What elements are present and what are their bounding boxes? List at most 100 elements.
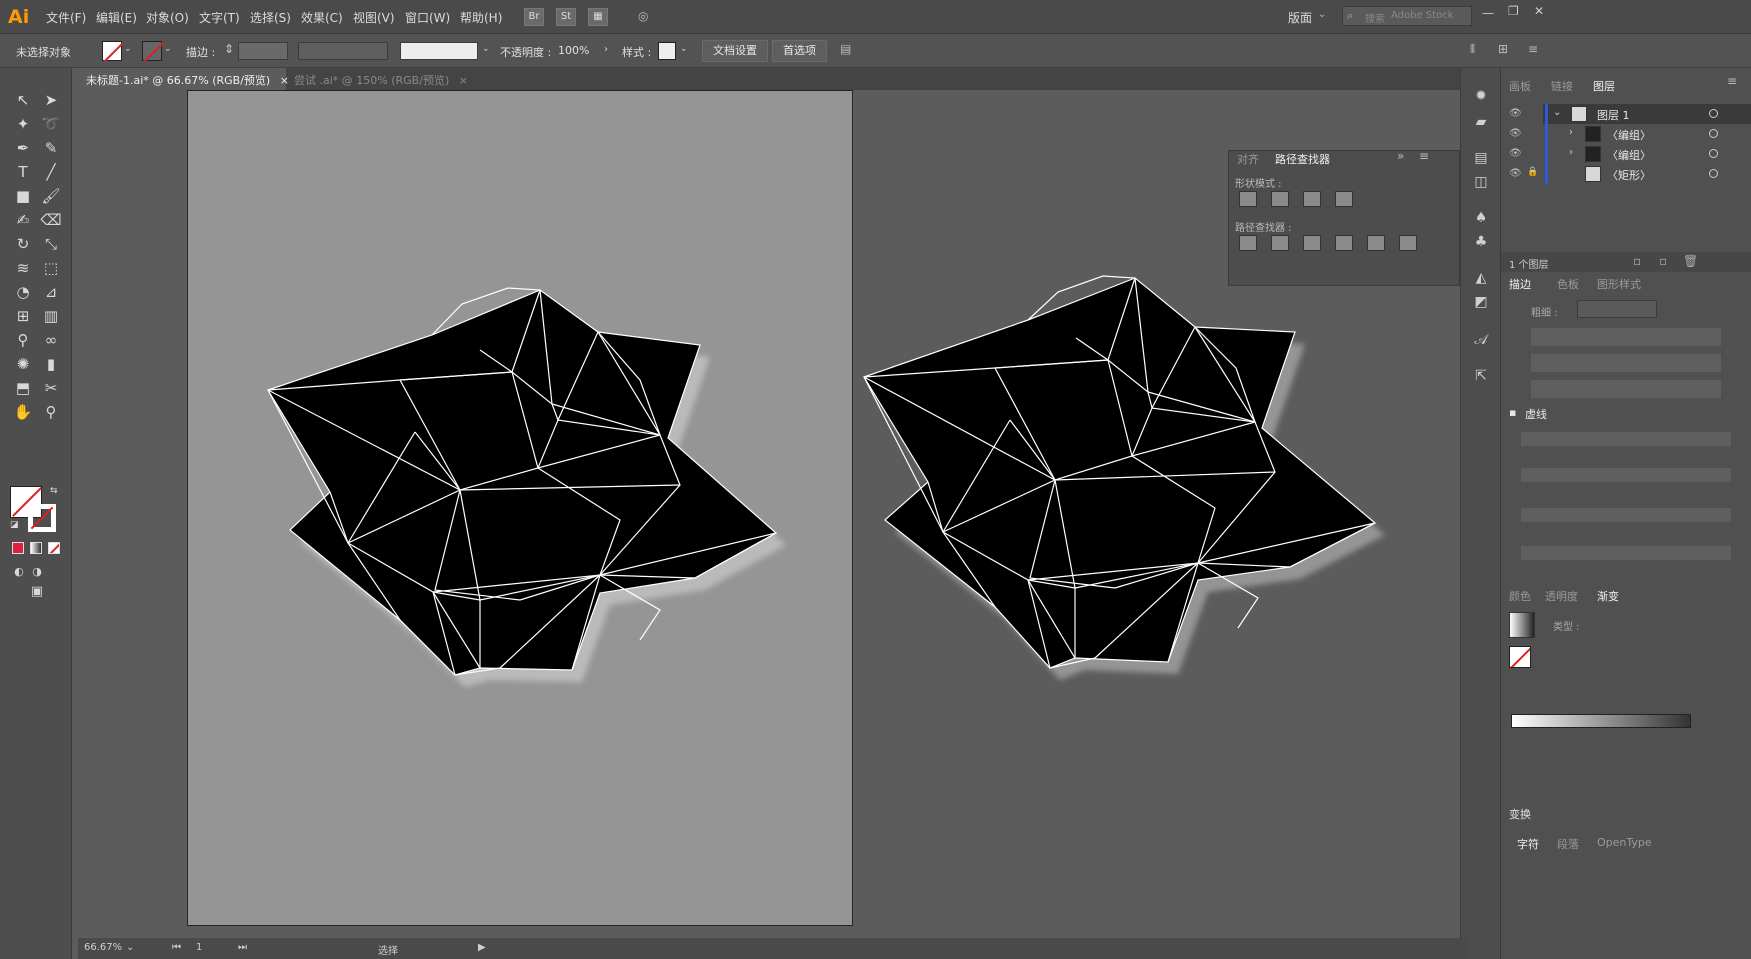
target-icon[interactable] — [1709, 149, 1718, 158]
magic-wand-tool-icon[interactable]: ✦ — [12, 114, 34, 134]
symbol-sprayer-tool-icon[interactable]: ✺ — [12, 354, 34, 374]
rotate-tool-icon[interactable]: ↻ — [12, 234, 34, 254]
tab-swatches[interactable]: 色板 — [1557, 276, 1579, 292]
rectangle-tool-icon[interactable]: ■ — [12, 186, 34, 206]
symbols-icon[interactable]: ♣ — [1471, 232, 1491, 252]
none-mode-icon[interactable] — [48, 542, 60, 554]
sublayer-row[interactable]: 👁 › 〈编组〉 — [1501, 124, 1751, 144]
tab-transparency[interactable]: 透明度 — [1545, 588, 1578, 604]
line-tool-icon[interactable]: ╱ — [40, 162, 62, 182]
panel-menu-icon[interactable]: ≡ — [1419, 149, 1429, 163]
eraser-tool-icon[interactable]: ⌫ — [40, 210, 62, 230]
swatch-libraries-icon[interactable]: ▰ — [1471, 112, 1491, 132]
artboard-number[interactable]: 1 — [196, 942, 202, 953]
target-icon[interactable] — [1709, 169, 1718, 178]
rectangle-name[interactable]: 〈矩形〉 — [1607, 167, 1651, 183]
default-colors-icon[interactable]: ◪ — [10, 520, 19, 530]
column-graph-tool-icon[interactable]: ▮ — [40, 354, 62, 374]
free-transform-tool-icon[interactable]: ⬚ — [40, 258, 62, 278]
color-guide-icon[interactable]: ✹ — [1471, 86, 1491, 106]
glyphs-icon[interactable]: 𝒜 — [1471, 330, 1491, 350]
artboard-nav-first-icon[interactable]: ⏮ — [172, 942, 181, 953]
visibility-eye-icon[interactable]: 👁 — [1509, 148, 1523, 159]
type-tool-icon[interactable]: T — [12, 162, 34, 182]
artboard-tool-icon[interactable]: ⬒ — [12, 378, 34, 398]
crop-icon[interactable] — [1335, 235, 1353, 251]
screen-mode-icon[interactable]: ▣ — [26, 582, 48, 602]
outline-icon[interactable] — [1367, 235, 1385, 251]
gradient-fill-stroke-icon[interactable] — [1509, 646, 1531, 668]
chevron-down-icon[interactable]: ⌄ — [126, 942, 134, 953]
group-name[interactable]: 〈编组〉 — [1607, 127, 1651, 143]
lock-icon[interactable]: 🔒 — [1527, 167, 1538, 177]
graphic-styles-icon[interactable]: ◩ — [1471, 292, 1491, 312]
eyedropper-tool-icon[interactable]: ⚲ — [12, 330, 34, 350]
merge-icon[interactable] — [1303, 235, 1321, 251]
gradient-tool-icon[interactable]: ▥ — [40, 306, 62, 326]
minus-front-icon[interactable] — [1271, 191, 1289, 207]
warp-tool-icon[interactable]: ≋ — [12, 258, 34, 278]
shaper-tool-icon[interactable]: ✍ — [12, 210, 34, 230]
delete-layer-icon[interactable]: 🗑 — [1683, 254, 1698, 268]
scale-tool-icon[interactable]: ⤡ — [40, 234, 62, 254]
libraries-icon[interactable]: ◫ — [1471, 172, 1491, 192]
chevron-right-icon[interactable]: › — [1569, 127, 1573, 138]
target-icon[interactable] — [1709, 129, 1718, 138]
lowpoly-artwork-left[interactable] — [267, 287, 786, 687]
tab-graphic-styles[interactable]: 图形样式 — [1597, 276, 1641, 292]
color-mode-icon[interactable] — [12, 542, 24, 554]
stroke-color-box[interactable] — [28, 504, 56, 532]
trim-icon[interactable] — [1271, 235, 1289, 251]
exclude-icon[interactable] — [1335, 191, 1353, 207]
dashed-checkbox[interactable]: ▪ — [1509, 406, 1516, 419]
new-layer-icon[interactable]: ▫ — [1633, 254, 1641, 268]
perspective-grid-tool-icon[interactable]: ⊿ — [40, 282, 62, 302]
minus-back-icon[interactable] — [1399, 235, 1417, 251]
zoom-level[interactable]: 66.67% — [84, 942, 122, 953]
artboard-nav-next-icon[interactable]: ⏭ — [238, 942, 247, 953]
tab-character[interactable]: 字符 — [1517, 836, 1539, 852]
unite-icon[interactable] — [1239, 191, 1257, 207]
lasso-tool-icon[interactable]: ➰ — [40, 114, 62, 134]
swap-colors-icon[interactable]: ⇆ — [50, 486, 58, 496]
collapse-icon[interactable]: » — [1397, 149, 1404, 163]
curvature-tool-icon[interactable]: ✎ — [40, 138, 62, 158]
brushes-icon[interactable]: ♠ — [1471, 208, 1491, 228]
tab-layers[interactable]: 图层 — [1593, 78, 1615, 94]
pen-tool-icon[interactable]: ✒ — [12, 138, 34, 158]
visibility-eye-icon[interactable]: 👁 — [1509, 128, 1523, 139]
properties-icon[interactable]: ▤ — [1471, 148, 1491, 168]
tab-artboards[interactable]: 画板 — [1509, 78, 1531, 94]
chevron-right-icon[interactable]: ▶ — [478, 942, 486, 953]
blend-tool-icon[interactable]: ∞ — [40, 330, 62, 350]
tab-paragraph[interactable]: 段落 — [1557, 836, 1579, 852]
visibility-eye-icon[interactable]: 👁 — [1509, 168, 1523, 179]
layer-row[interactable]: 👁 ⌄ 图层 1 — [1501, 104, 1751, 124]
gradient-mode-icon[interactable] — [30, 542, 42, 554]
weight-field[interactable] — [1577, 300, 1657, 318]
appearance-icon[interactable]: ◭ — [1471, 268, 1491, 288]
tab-align[interactable]: 对齐 — [1237, 151, 1259, 167]
gradient-preview[interactable] — [1509, 612, 1535, 638]
lowpoly-artwork-right[interactable] — [863, 275, 1385, 680]
selection-tool-icon[interactable]: ↖ — [12, 90, 34, 110]
gradient-slider[interactable] — [1511, 714, 1691, 728]
chevron-down-icon[interactable]: ⌄ — [1553, 107, 1561, 118]
divide-icon[interactable] — [1239, 235, 1257, 251]
shape-builder-tool-icon[interactable]: ◔ — [12, 282, 34, 302]
tab-pathfinder[interactable]: 路径查找器 — [1275, 151, 1330, 167]
target-icon[interactable] — [1709, 109, 1718, 118]
tab-gradient[interactable]: 渐变 — [1597, 588, 1619, 604]
make-clipping-mask-icon[interactable]: ▫ — [1659, 254, 1667, 268]
paintbrush-tool-icon[interactable]: 🖌 — [40, 186, 62, 206]
sublayer-row[interactable]: 👁 🔒 〈矩形〉 — [1501, 164, 1751, 184]
draw-inside-icon[interactable]: ◑ — [26, 562, 48, 582]
group-name[interactable]: 〈编组〉 — [1607, 147, 1651, 163]
tab-links[interactable]: 链接 — [1551, 78, 1573, 94]
tab-color[interactable]: 颜色 — [1509, 588, 1531, 604]
sublayer-row[interactable]: 👁 › 〈编组〉 — [1501, 144, 1751, 164]
hand-tool-icon[interactable]: ✋ — [12, 402, 34, 422]
mesh-tool-icon[interactable]: ⊞ — [12, 306, 34, 326]
tab-stroke[interactable]: 描边 — [1509, 276, 1531, 292]
panel-menu-icon[interactable]: ≡ — [1727, 74, 1737, 88]
